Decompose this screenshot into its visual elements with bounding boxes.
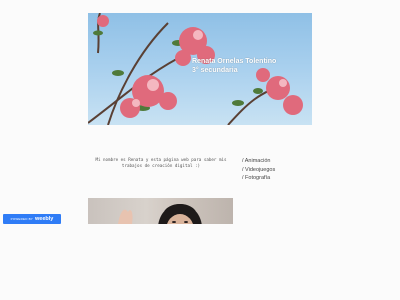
portrait-photo (88, 198, 233, 224)
weebly-badge[interactable]: POWERED BY weebly (3, 214, 61, 224)
nav-link-animacion[interactable]: / Animación (242, 157, 275, 166)
badge-brand: weebly (35, 216, 54, 222)
page-title: Renata Ornelas Tolentino 3° secundaria (192, 58, 277, 74)
bio-text: Mi nombre es Renata y esta página web pa… (95, 157, 227, 168)
hero-banner: Renata Ornelas Tolentino 3° secundaria (88, 13, 312, 125)
side-nav: / Animación / Videojuegos / Fotografía (242, 157, 275, 183)
nav-link-fotografia[interactable]: / Fotografía (242, 174, 275, 183)
portrait-image (118, 204, 202, 224)
badge-prefix: POWERED BY (10, 217, 33, 221)
nav-link-videojuegos[interactable]: / Videojuegos (242, 166, 275, 175)
